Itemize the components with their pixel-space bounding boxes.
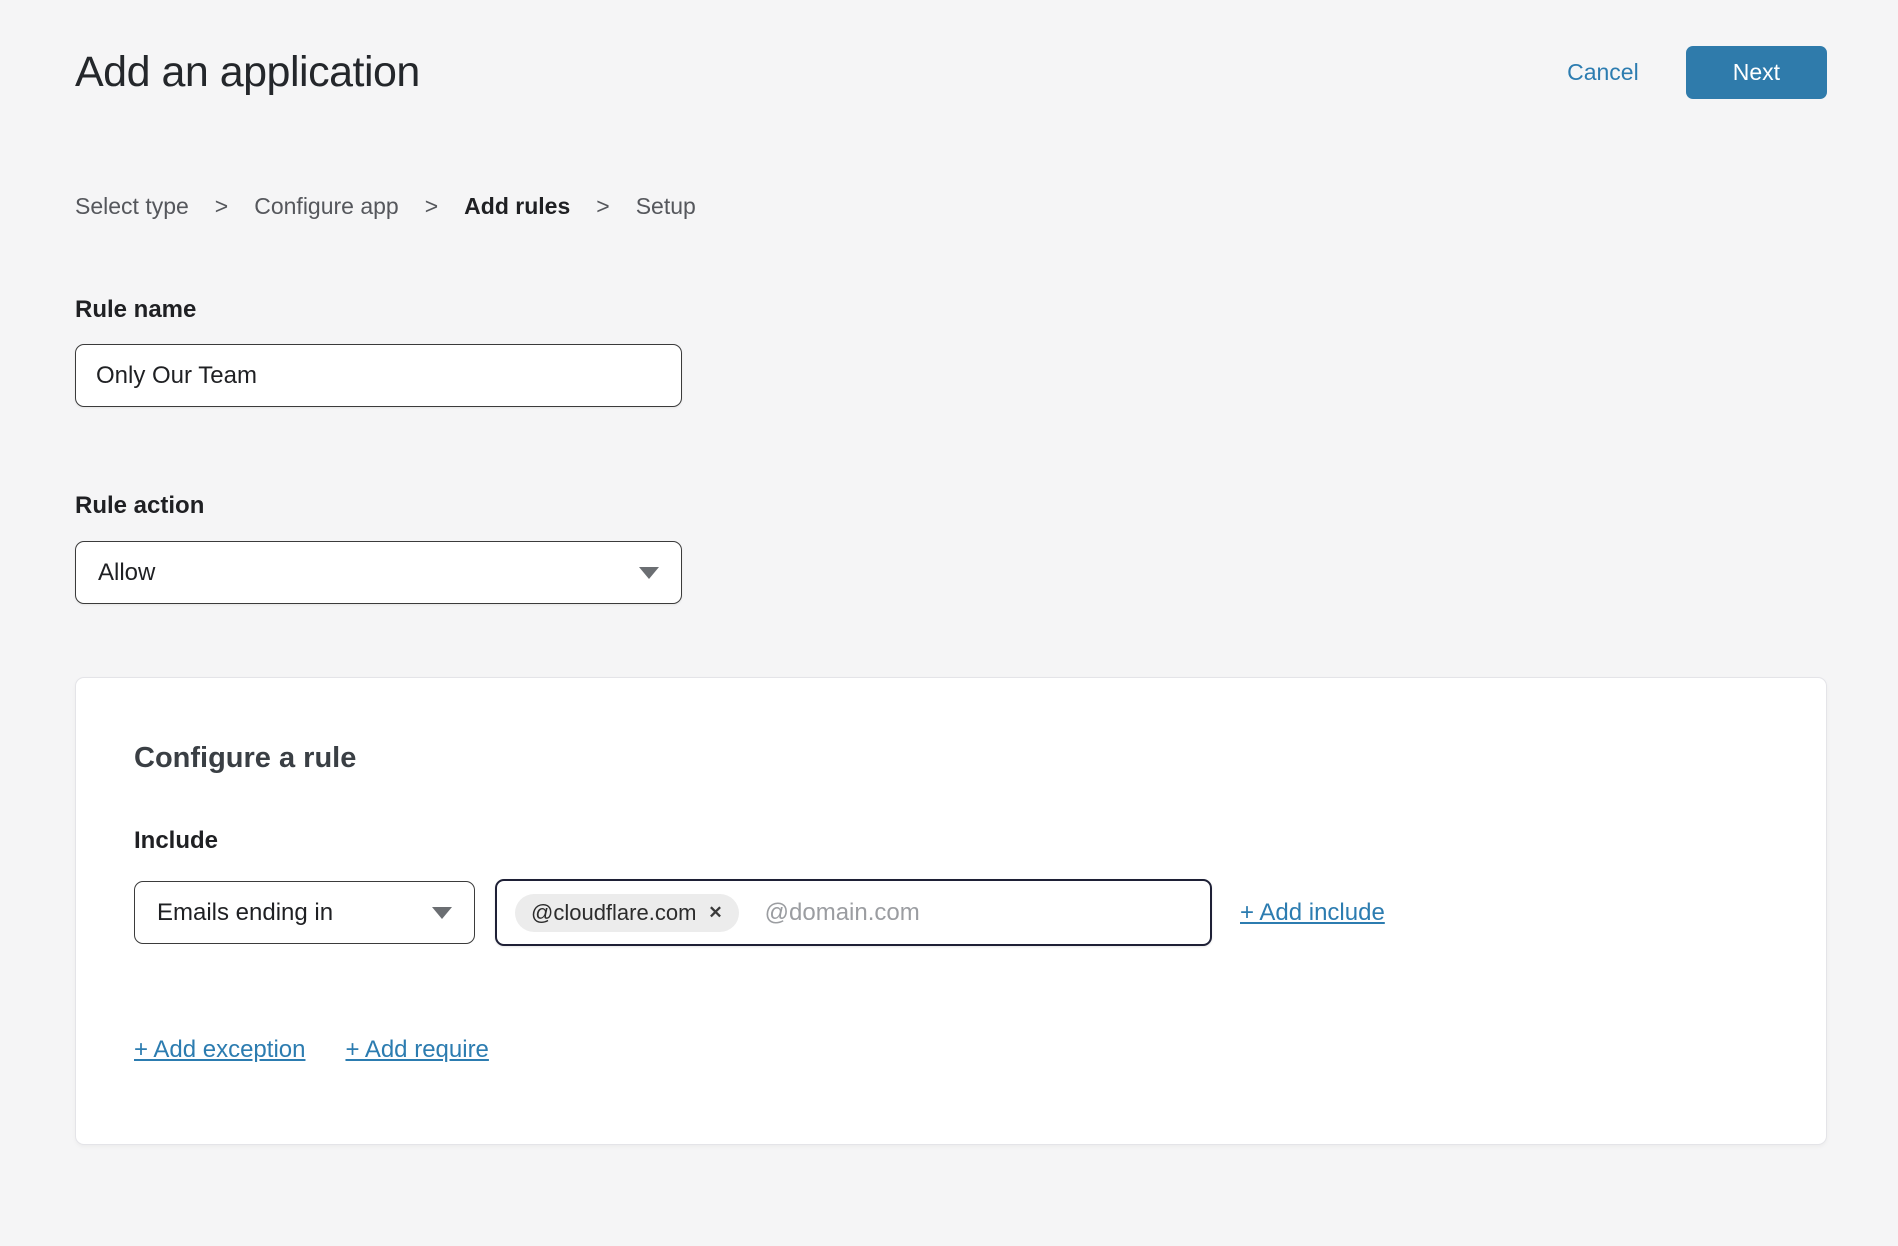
add-require-link[interactable]: + Add require — [345, 1036, 488, 1064]
breadcrumb-separator: > — [425, 193, 438, 220]
chip-remove-icon[interactable]: ✕ — [708, 904, 722, 921]
rule-action-label: Rule action — [75, 492, 204, 519]
cancel-button[interactable]: Cancel — [1567, 59, 1639, 86]
rule-action-selected-value: Allow — [98, 559, 155, 587]
include-rule-row: Emails ending in @cloudflare.com ✕ + Add… — [134, 879, 1768, 946]
add-include-link[interactable]: + Add include — [1240, 899, 1385, 927]
breadcrumb-separator: > — [596, 193, 609, 220]
next-button[interactable]: Next — [1686, 46, 1827, 99]
rule-name-section: Rule name — [75, 298, 1827, 407]
breadcrumb-step-select-type[interactable]: Select type — [75, 193, 189, 220]
configure-rule-card: Configure a rule Include Emails ending i… — [75, 677, 1827, 1145]
breadcrumb-step-setup[interactable]: Setup — [636, 193, 696, 220]
header-actions: Cancel Next — [1567, 46, 1827, 99]
email-domain-chip-label: @cloudflare.com — [531, 900, 696, 926]
card-links-row: + Add exception + Add require — [134, 1036, 1768, 1064]
add-application-page: Add an application Cancel Next Select ty… — [0, 46, 1898, 1145]
rule-name-label: Rule name — [75, 296, 196, 323]
card-title: Configure a rule — [134, 742, 1768, 775]
page-header: Add an application Cancel Next — [75, 46, 1827, 99]
breadcrumb-step-add-rules[interactable]: Add rules — [464, 193, 570, 220]
page-title: Add an application — [75, 48, 420, 97]
breadcrumb: Select type > Configure app > Add rules … — [75, 193, 1827, 220]
include-label: Include — [134, 829, 1768, 853]
email-domain-text-input[interactable] — [765, 899, 1192, 927]
include-criteria-selected-value: Emails ending in — [157, 899, 333, 927]
caret-down-icon — [639, 567, 659, 579]
email-domain-tag-input[interactable]: @cloudflare.com ✕ — [495, 879, 1212, 946]
caret-down-icon — [432, 907, 452, 919]
include-criteria-select[interactable]: Emails ending in — [134, 881, 475, 944]
rule-name-input[interactable] — [75, 344, 682, 407]
breadcrumb-separator: > — [215, 193, 228, 220]
add-exception-link[interactable]: + Add exception — [134, 1036, 305, 1064]
breadcrumb-step-configure-app[interactable]: Configure app — [254, 193, 399, 220]
email-domain-chip: @cloudflare.com ✕ — [515, 894, 739, 932]
rule-action-section: Rule action Allow — [75, 494, 1827, 604]
rule-action-select[interactable]: Allow — [75, 541, 682, 604]
